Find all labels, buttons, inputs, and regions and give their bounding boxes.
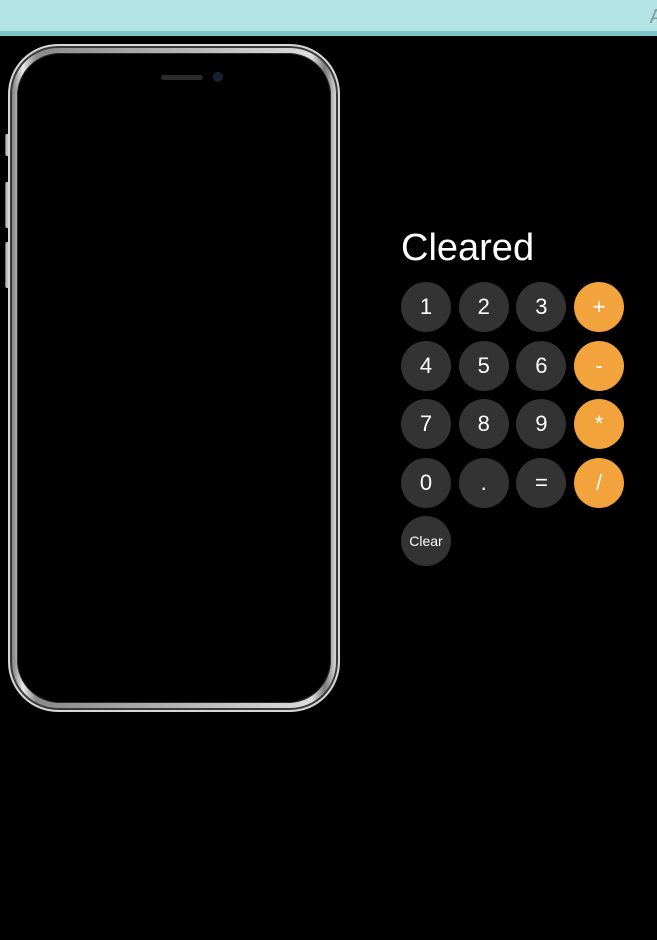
key-4-button[interactable]: 4	[401, 340, 451, 391]
key-6-button[interactable]: 6	[516, 340, 567, 391]
key-7-button[interactable]: 7	[401, 399, 451, 449]
phone-camera	[214, 73, 222, 81]
key-2-button[interactable]: 2	[458, 282, 509, 332]
add-button[interactable]: +	[574, 282, 625, 332]
decimal-button[interactable]: .	[458, 457, 509, 508]
multiply-button[interactable]: *	[574, 399, 625, 449]
subtract-button[interactable]: -	[574, 340, 625, 391]
clear-button[interactable]: Clear	[401, 516, 451, 566]
key-3-button[interactable]: 3	[516, 282, 567, 332]
calculator-display: Cleared	[401, 227, 535, 269]
calculator: Cleared 1 2 3 + 4 5 6 - 7 8 9 * 0 . = / …	[401, 226, 641, 566]
key-9-button[interactable]: 9	[516, 399, 567, 449]
top-bar-text: A	[650, 6, 657, 29]
equals-button[interactable]: =	[516, 457, 567, 508]
key-8-button[interactable]: 8	[458, 399, 509, 449]
divide-button[interactable]: /	[574, 457, 625, 508]
key-0-button[interactable]: 0	[401, 457, 451, 508]
phone-speaker	[161, 75, 203, 80]
phone-screen	[17, 53, 331, 703]
calculator-keypad: 1 2 3 + 4 5 6 - 7 8 9 * 0 . = / Clear	[401, 282, 625, 566]
phone-mockup	[5, 44, 340, 712]
key-1-button[interactable]: 1	[401, 282, 451, 332]
browser-top-bar: A	[0, 0, 657, 36]
key-5-button[interactable]: 5	[458, 340, 509, 391]
